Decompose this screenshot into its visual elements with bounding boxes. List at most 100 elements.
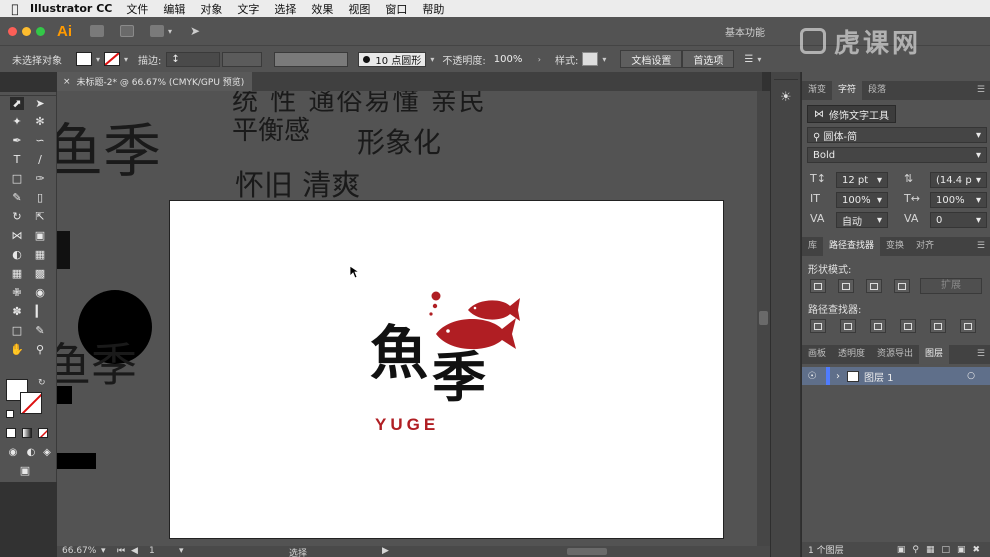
screen-mode-icon[interactable]: ▣ bbox=[18, 464, 32, 477]
brightness-icon[interactable]: ☀ bbox=[780, 90, 792, 105]
tab-align[interactable]: 对齐 bbox=[910, 237, 940, 256]
symbol-sprayer-tool-icon[interactable]: ✽ bbox=[10, 305, 24, 318]
pen-tool-icon[interactable]: ✒ bbox=[10, 134, 24, 147]
tab-pathfinder[interactable]: 路径查找器 bbox=[823, 237, 881, 256]
chevron-right-icon[interactable]: › bbox=[538, 55, 541, 64]
stroke-weight-field[interactable]: ↕ bbox=[166, 51, 221, 67]
document-setup-button[interactable]: 文档设置 bbox=[620, 50, 683, 68]
pencil-tool-icon[interactable]: ✎ bbox=[10, 191, 24, 204]
panel-menu-icon[interactable]: ☰ bbox=[971, 237, 990, 256]
curvature-tool-icon[interactable]: ∽ bbox=[33, 134, 47, 147]
touch-type-tool-button[interactable]: ⋈ 修饰文字工具 bbox=[807, 105, 896, 123]
tab-paragraph[interactable]: 段落 bbox=[862, 81, 892, 100]
stroke-color-box[interactable] bbox=[20, 392, 42, 414]
chevron-down-icon[interactable]: ▾ bbox=[96, 55, 100, 64]
canvas-area[interactable]: 统 性 通俗易懂 亲民 平衡感 形象化 怀旧 清爽 鱼季 鱼季 魚 季 YUGE bbox=[57, 91, 770, 546]
tab-layers[interactable]: 图层 bbox=[919, 345, 950, 364]
expand-button[interactable]: 扩展 bbox=[920, 278, 982, 294]
arrange-documents-icon[interactable] bbox=[150, 25, 164, 37]
scale-tool-icon[interactable]: ⇱ bbox=[33, 210, 47, 223]
layer-row[interactable]: ☉ › 图层 1 ○ bbox=[802, 367, 990, 385]
zoom-level-field[interactable]: 66.67% bbox=[62, 546, 96, 556]
magic-wand-tool-icon[interactable]: ✦ bbox=[10, 115, 24, 128]
outline-icon[interactable] bbox=[930, 319, 946, 333]
draw-normal-icon[interactable]: ◉ bbox=[6, 446, 20, 459]
panel-menu-icon[interactable]: ☰ bbox=[971, 345, 990, 364]
scratch-shape-fragment[interactable] bbox=[57, 231, 70, 269]
selection-tool-icon[interactable]: ⬈ bbox=[10, 97, 24, 110]
scratch-black-bar[interactable] bbox=[57, 453, 96, 469]
layer-actions-icons[interactable]: ▣⚲▦□▣✖ bbox=[897, 545, 987, 555]
panel-grip[interactable] bbox=[774, 72, 798, 80]
eraser-tool-icon[interactable]: ▯ bbox=[33, 191, 47, 204]
tab-character[interactable]: 字符 bbox=[832, 81, 863, 100]
merge-icon[interactable] bbox=[870, 319, 886, 333]
none-mode-icon[interactable] bbox=[38, 428, 48, 438]
color-mode-icon[interactable] bbox=[6, 428, 16, 438]
scratch-text-image[interactable]: 形象化 bbox=[357, 121, 441, 161]
chevron-down-icon[interactable]: ▾ bbox=[430, 55, 434, 64]
chevron-down-icon[interactable]: ▾ bbox=[124, 55, 128, 64]
chevron-down-icon[interactable]: ▾ bbox=[757, 55, 761, 64]
font-size-field[interactable]: 12 pt ▾ bbox=[836, 172, 888, 188]
variable-width-profile[interactable] bbox=[274, 51, 349, 67]
trim-icon[interactable] bbox=[840, 319, 856, 333]
opacity-field[interactable]: 100% bbox=[489, 51, 534, 67]
leading-field[interactable]: (14.4 p ▾ bbox=[930, 172, 987, 188]
target-circle-icon[interactable]: ○ bbox=[967, 371, 975, 381]
tab-artboards[interactable]: 画板 bbox=[802, 345, 832, 364]
visibility-eye-icon[interactable]: ☉ bbox=[802, 371, 822, 382]
previous-artboard-icon[interactable]: ◀ bbox=[131, 546, 138, 556]
scratch-black-square[interactable] bbox=[57, 386, 72, 404]
minimize-window-button[interactable] bbox=[22, 26, 31, 36]
chevron-down-icon[interactable]: ▾ bbox=[179, 546, 184, 556]
column-graph-tool-icon[interactable]: ▎ bbox=[33, 305, 47, 318]
toolbar-grip[interactable] bbox=[0, 92, 57, 96]
font-style-select[interactable]: Bold ▾ bbox=[807, 147, 987, 163]
first-artboard-icon[interactable]: ⏮ bbox=[117, 546, 125, 556]
width-tool-icon[interactable]: ⋈ bbox=[10, 229, 24, 242]
menu-edit[interactable]: 编辑 bbox=[163, 1, 185, 17]
menu-window[interactable]: 窗口 bbox=[385, 1, 407, 17]
font-family-select[interactable]: ⚲ 圆体-简 ▾ bbox=[807, 127, 987, 143]
tab-asset-export[interactable]: 资源导出 bbox=[871, 345, 919, 364]
type-tool-icon[interactable]: T bbox=[10, 153, 24, 166]
gradient-tool-icon[interactable]: ▩ bbox=[33, 267, 47, 280]
fill-swatch[interactable] bbox=[76, 52, 92, 66]
artboard-number-field[interactable]: 1 bbox=[149, 546, 155, 556]
minus-back-icon[interactable] bbox=[960, 319, 976, 333]
align-options-icon[interactable]: ☰ bbox=[744, 54, 753, 65]
line-segment-tool-icon[interactable]: ∕ bbox=[33, 153, 47, 166]
direct-selection-tool-icon[interactable]: ➤ bbox=[33, 97, 47, 110]
yuge-logo[interactable]: 魚 季 YUGE bbox=[370, 287, 530, 437]
menu-select[interactable]: 选择 bbox=[274, 1, 296, 17]
chevron-right-icon[interactable]: ▶ bbox=[382, 546, 389, 556]
scroll-thumb[interactable] bbox=[759, 311, 768, 325]
close-window-button[interactable] bbox=[8, 26, 17, 36]
zoom-window-button[interactable] bbox=[36, 26, 45, 36]
layer-name[interactable]: 图层 1 bbox=[864, 369, 894, 384]
horizontal-scroll-thumb[interactable] bbox=[567, 548, 607, 555]
brush-definition[interactable]: 10 点圆形 bbox=[358, 51, 427, 67]
draw-inside-icon[interactable]: ◈ bbox=[40, 446, 54, 459]
perspective-grid-tool-icon[interactable]: ▦ bbox=[33, 248, 47, 261]
menu-effect[interactable]: 效果 bbox=[311, 1, 333, 17]
eyedropper-tool-icon[interactable]: ✙ bbox=[10, 286, 24, 299]
unite-icon[interactable] bbox=[810, 279, 826, 293]
workspace-switcher[interactable]: 基本功能 bbox=[725, 24, 765, 39]
rectangle-tool-icon[interactable]: □ bbox=[10, 172, 24, 185]
vertical-scale-field[interactable]: 100% ▾ bbox=[836, 192, 888, 208]
exclude-icon[interactable] bbox=[894, 279, 910, 293]
close-tab-icon[interactable]: × bbox=[63, 77, 71, 87]
draw-behind-icon[interactable]: ◐ bbox=[24, 446, 38, 459]
shape-builder-tool-icon[interactable]: ◐ bbox=[10, 248, 24, 261]
expand-layer-chevron-icon[interactable]: › bbox=[836, 371, 840, 382]
stock-icon[interactable] bbox=[120, 25, 134, 37]
menu-object[interactable]: 对象 bbox=[200, 1, 222, 17]
tab-transform[interactable]: 变换 bbox=[880, 237, 910, 256]
scratch-text-balance[interactable]: 平衡感 bbox=[232, 110, 310, 147]
artboard-tool-icon[interactable]: □ bbox=[10, 324, 24, 337]
kerning-field[interactable]: 自动 ▾ bbox=[836, 212, 888, 228]
crop-icon[interactable] bbox=[900, 319, 916, 333]
menu-type[interactable]: 文字 bbox=[237, 1, 259, 17]
